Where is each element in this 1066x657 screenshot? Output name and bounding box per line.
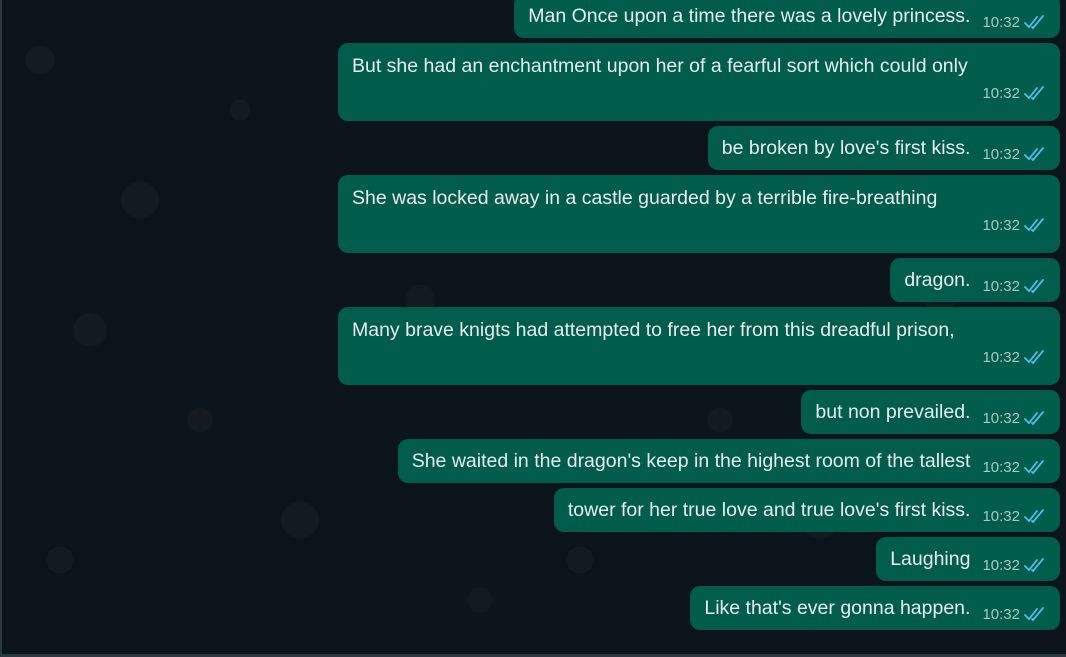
message-time: 10:32 bbox=[982, 146, 1020, 163]
message-text: but non prevailed. bbox=[815, 401, 971, 423]
message-bubble[interactable]: Laughing 10:32 bbox=[876, 537, 1060, 581]
message-time: 10:32 bbox=[982, 349, 1020, 366]
message-bubble[interactable]: tower for her true love and true love's … bbox=[553, 488, 1060, 532]
message-time: 10:32 bbox=[982, 278, 1020, 295]
message-meta: 10:32 bbox=[982, 15, 1046, 30]
double-check-read-icon bbox=[1024, 509, 1044, 524]
message-text: She was locked away in a castle guarded … bbox=[352, 187, 938, 209]
double-check-read-icon bbox=[1024, 411, 1044, 426]
double-check-read-icon bbox=[1024, 460, 1044, 475]
message-bubble[interactable]: She waited in the dragon's keep in the h… bbox=[397, 439, 1060, 483]
message-text: She waited in the dragon's keep in the h… bbox=[411, 450, 971, 472]
message-text: But she had an enchantment upon her of a… bbox=[352, 55, 968, 77]
message-meta: 10:32 bbox=[982, 411, 1046, 426]
double-check-read-icon bbox=[1024, 218, 1044, 233]
message-meta: 10:32 bbox=[982, 147, 1046, 162]
double-check-read-icon bbox=[1024, 558, 1044, 573]
double-check-read-icon bbox=[1024, 350, 1044, 365]
message-meta: 10:32 bbox=[982, 86, 1046, 101]
double-check-read-icon bbox=[1024, 147, 1044, 162]
message-bubble[interactable]: She was locked away in a castle guarded … bbox=[338, 175, 1060, 253]
message-time: 10:32 bbox=[982, 14, 1020, 31]
message-meta: 10:32 bbox=[982, 279, 1046, 294]
message-meta: 10:32 bbox=[982, 218, 1046, 233]
message-time: 10:32 bbox=[982, 508, 1020, 525]
message-meta: 10:32 bbox=[982, 509, 1046, 524]
message-list: Man Once upon a time there was a lovely … bbox=[300, 0, 1060, 635]
message-time: 10:32 bbox=[982, 459, 1020, 476]
chat-panel: Man Once upon a time there was a lovely … bbox=[0, 0, 1066, 657]
message-text: Like that's ever gonna happen. bbox=[704, 597, 971, 619]
double-check-read-icon bbox=[1024, 607, 1044, 622]
message-time: 10:32 bbox=[982, 217, 1020, 234]
message-bubble[interactable]: dragon. 10:32 bbox=[890, 258, 1060, 302]
message-text: Many brave knigts had attempted to free … bbox=[352, 319, 955, 341]
message-meta: 10:32 bbox=[982, 558, 1046, 573]
message-meta: 10:32 bbox=[982, 607, 1046, 622]
message-bubble[interactable]: Many brave knigts had attempted to free … bbox=[338, 307, 1060, 385]
message-meta: 10:32 bbox=[982, 460, 1046, 475]
double-check-read-icon bbox=[1024, 279, 1044, 294]
message-time: 10:32 bbox=[982, 85, 1020, 102]
double-check-read-icon bbox=[1024, 15, 1044, 30]
message-text: be broken by love's first kiss. bbox=[721, 137, 971, 159]
message-time: 10:32 bbox=[982, 606, 1020, 623]
message-time: 10:32 bbox=[982, 410, 1020, 427]
message-text: tower for her true love and true love's … bbox=[567, 499, 971, 521]
message-bubble[interactable]: be broken by love's first kiss. 10:32 bbox=[707, 126, 1060, 170]
message-bubble[interactable]: but non prevailed. 10:32 bbox=[801, 390, 1060, 434]
message-meta: 10:32 bbox=[982, 350, 1046, 365]
message-bubble[interactable]: Like that's ever gonna happen. 10:32 bbox=[690, 586, 1060, 630]
message-text: Laughing bbox=[890, 548, 971, 570]
double-check-read-icon bbox=[1024, 86, 1044, 101]
message-time: 10:32 bbox=[982, 557, 1020, 574]
message-text: Man Once upon a time there was a lovely … bbox=[528, 5, 971, 27]
message-bubble[interactable]: But she had an enchantment upon her of a… bbox=[338, 43, 1060, 121]
message-bubble[interactable]: Man Once upon a time there was a lovely … bbox=[514, 0, 1060, 38]
message-text: dragon. bbox=[904, 269, 971, 291]
